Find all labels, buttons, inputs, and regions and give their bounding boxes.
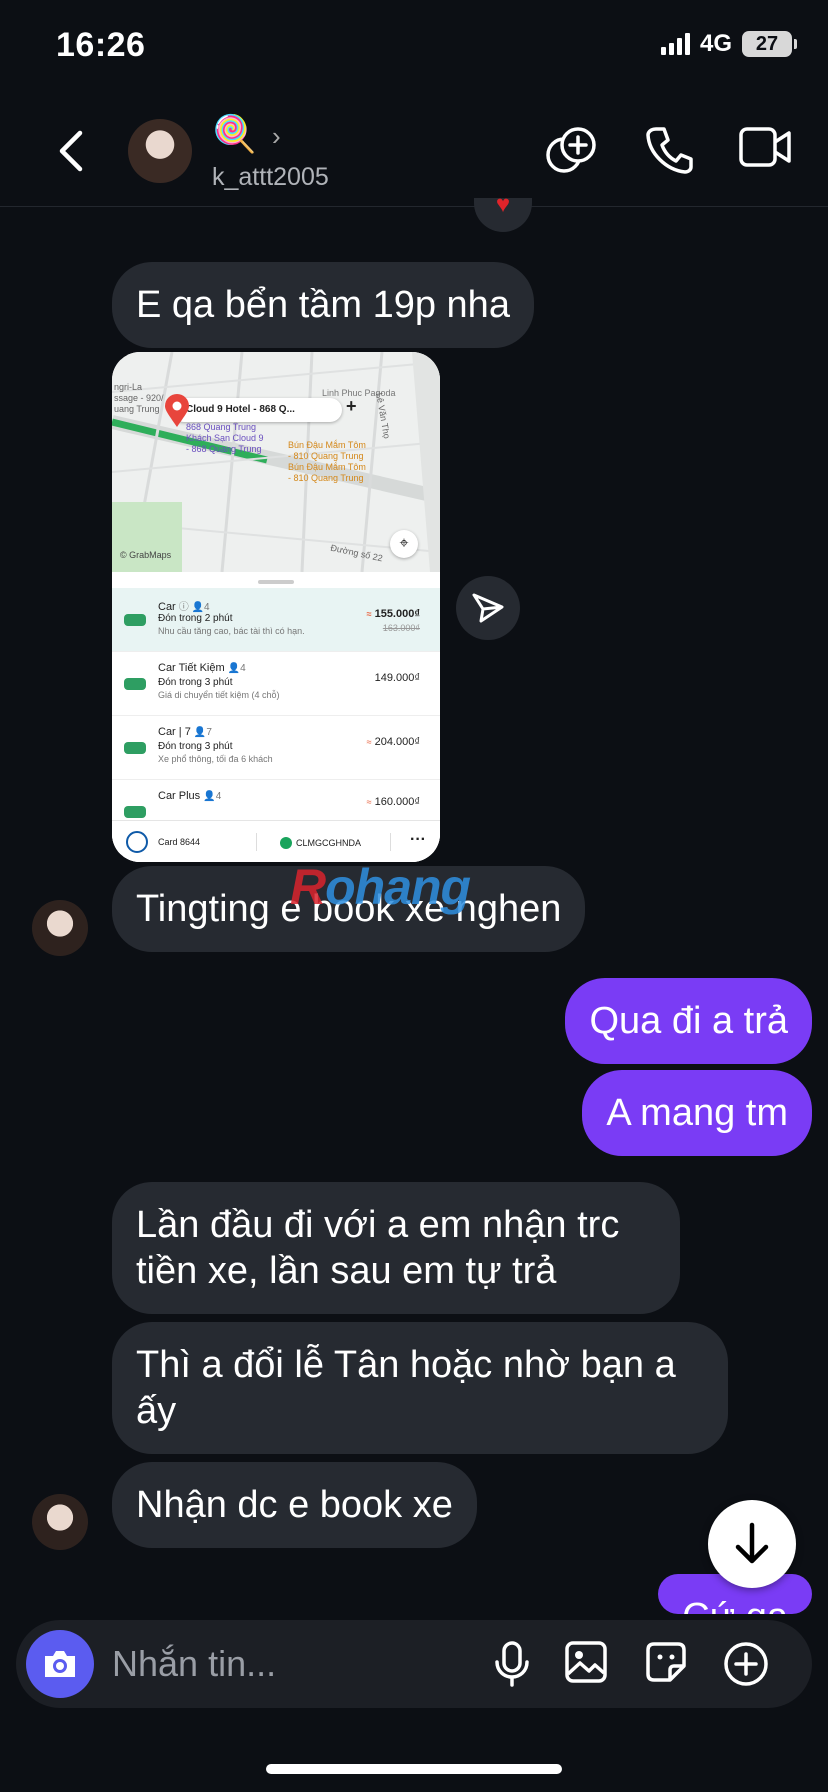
add-people-icon[interactable] [544,125,600,177]
chevron-right-icon[interactable]: › [272,121,281,152]
bank-logo-icon [126,831,148,853]
chat-header: 🍭 › k_attt2005 [0,95,828,207]
back-chevron-icon[interactable] [52,127,92,175]
payment-row: Card 8644 CLMGCGHNDA ··· [112,820,440,862]
payment-card[interactable]: Card 8644 [158,837,200,847]
ride-name: Car [158,601,176,613]
video-camera-icon[interactable] [738,125,792,169]
ride-name: Car | 7 [158,726,191,738]
ride-option[interactable]: Car ⓘ 👤4 Đón trong 2 phút Nhu cầu tăng c… [112,588,440,652]
more-options-icon[interactable]: ··· [410,831,426,849]
map-label: ssage - 920/ [114,393,164,403]
scroll-to-bottom-button[interactable] [708,1500,796,1588]
map-label: ngri-La [114,382,143,392]
map-label: - 868 Quang Trung [186,444,262,454]
ride-eta: Đón trong 2 phút [158,613,233,624]
ride-name: Car Tiết Kiệm [158,662,225,674]
locate-me-icon[interactable]: ⌖ [390,530,418,558]
contact-emoji[interactable]: 🍭 [212,113,257,155]
ride-seats: 7 [206,727,212,738]
message-input[interactable] [112,1640,472,1688]
contact-avatar[interactable] [128,119,192,183]
ride-seats: 4 [240,663,246,674]
ride-eta: Đón trong 3 phút [158,677,233,688]
add-stop-icon[interactable]: + [346,396,357,417]
surge-icon: ≈ [366,737,372,747]
sticker-icon[interactable] [644,1640,688,1684]
contact-username[interactable]: k_attt2005 [212,163,329,192]
map-label: - 810 Quang Trung [288,451,364,461]
battery-icon: 27 [742,31,797,57]
ride-option[interactable]: Car Tiết Kiệm 👤4 Đón trong 3 phút Giá di… [112,652,440,716]
gallery-icon[interactable] [564,1640,608,1684]
message-incoming[interactable]: Nhận dc e book xe [112,1462,477,1548]
car-icon [124,614,146,626]
map-label: - 810 Quang Trung [288,473,364,483]
ride-description: Nhu cầu tăng cao, bác tài thì có hạn. [158,626,305,636]
status-indicators: 4G 27 [660,30,797,58]
map-label: Khách Sạn Cloud 9 [186,433,264,443]
message-incoming[interactable]: Thì a đổi lễ Tân hoặc nhờ bạn a ấy [112,1322,728,1454]
check-icon [280,837,292,849]
camera-button[interactable] [26,1630,94,1698]
map-label: uang Trung [114,404,160,414]
ride-old-price: 163.000₫ [382,623,420,633]
ride-price: 149.000₫ [374,672,420,684]
message-incoming[interactable]: E qa bển tầm 19p nha [112,262,534,348]
message-composer [16,1620,812,1708]
message-outgoing[interactable]: Qua đi a trả [565,978,812,1064]
destination-popup[interactable]: Cloud 9 Hotel - 868 Q... [172,398,342,422]
map-label: Bún Đậu Mắm Tôm [288,440,366,450]
ride-seats: 4 [215,791,222,802]
watermark-logo: Rohang [290,859,471,915]
heart-icon: ♥ [495,191,511,218]
share-button[interactable] [456,576,520,640]
phone-icon[interactable] [644,125,694,175]
car-icon [124,742,146,754]
sender-avatar[interactable] [32,1494,88,1550]
ride-eta: Đón trong 3 phút [158,741,233,752]
plus-circle-icon[interactable] [722,1640,770,1688]
home-indicator [266,1764,562,1774]
surge-icon: ≈ [366,609,372,619]
ride-option[interactable]: Car | 7 👤7 Đón trong 3 phút Xe phổ thông… [112,716,440,780]
ride-price: 160.000₫ [374,796,420,808]
microphone-icon[interactable] [492,1640,532,1688]
destination-label: Cloud 9 Hotel - 868 Q... [186,404,295,415]
reaction-heart[interactable]: ♥ [474,191,532,232]
arrow-down-icon [735,1522,769,1564]
ride-options-sheet: Car ⓘ 👤4 Đón trong 2 phút Nhu cầu tăng c… [112,572,440,862]
ride-description: Giá di chuyển tiết kiệm (4 chỗ) [158,690,280,700]
ride-price: 204.000₫ [374,736,420,748]
car-icon [124,678,146,690]
send-icon [472,593,504,623]
map-label: 868 Quang Trung [186,422,257,432]
ride-description: Xe phổ thông, tối đa 6 khách [158,754,273,764]
message-incoming[interactable]: Lần đầu đi với a em nhận trc tiền xe, lầ… [112,1182,680,1314]
map-attribution: © GrabMaps [120,550,172,560]
map-label: Bún Đậu Mắm Tôm [288,462,366,472]
status-time: 16:26 [56,26,146,64]
message-outgoing[interactable]: A mang tm [582,1070,812,1156]
signal-icon [660,33,690,55]
ride-name: Car Plus [158,790,201,802]
sender-avatar[interactable] [32,900,88,956]
ride-seats: 4 [204,602,210,613]
network-type: 4G [699,30,732,57]
car-icon [124,806,146,818]
camera-icon [45,1651,75,1677]
image-message[interactable]: Cloud 9 Hotel - 868 Q... + ngri-La ssage… [112,352,440,862]
surge-icon: ≈ [366,797,372,807]
sheet-handle[interactable] [258,580,294,584]
promo-code[interactable]: CLMGCGHNDA [296,838,361,848]
ride-price: 155.000₫ [374,608,420,620]
battery-level: 27 [755,32,779,55]
map-view: Cloud 9 Hotel - 868 Q... + ngri-La ssage… [112,352,440,572]
